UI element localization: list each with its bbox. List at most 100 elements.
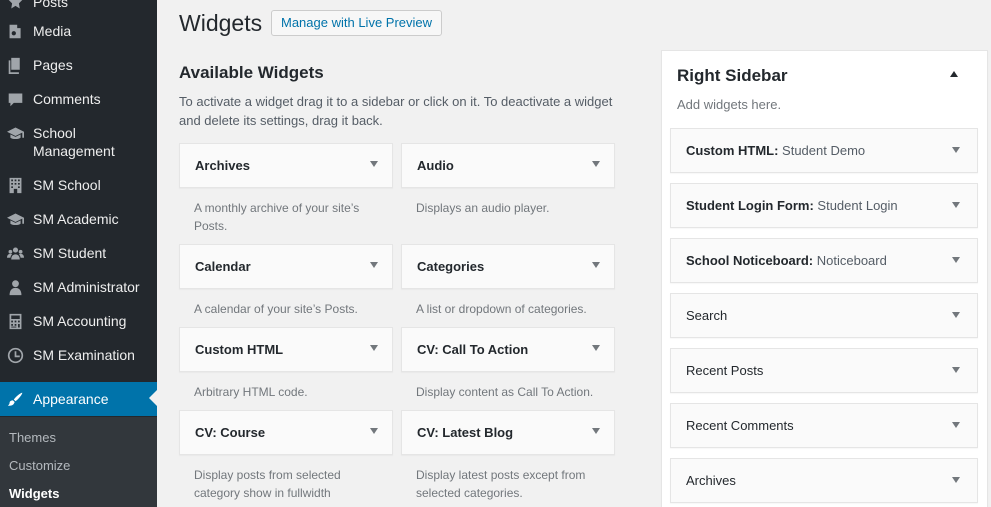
sidebar-widget-search[interactable]: Search (670, 293, 978, 338)
widget-type: Search (686, 308, 728, 323)
chevron-down-icon[interactable] (952, 147, 960, 153)
menu-item-comments[interactable]: Comments (0, 89, 157, 111)
widget-type: Recent Comments (686, 418, 794, 433)
widget-title: CV: Latest Blog (417, 425, 514, 440)
sidebar-widget-school-noticeboard[interactable]: School Noticeboard: Noticeboard (670, 238, 978, 283)
chevron-down-icon[interactable] (592, 345, 600, 351)
widget-description: Display content as Call To Action. (416, 385, 594, 399)
chevron-down-icon[interactable] (952, 312, 960, 318)
paintbrush-icon (6, 390, 24, 408)
sidebar-widget-student-login-form[interactable]: Student Login Form: Student Login (670, 183, 978, 228)
chevron-down-icon[interactable] (370, 262, 378, 268)
sidebar-widget-archives[interactable]: Archives (670, 458, 978, 503)
pages-icon (6, 56, 24, 74)
menu-item-school-management[interactable]: School Management (0, 123, 157, 163)
widget-description: A list or dropdown of categories. (416, 302, 587, 316)
chevron-down-icon[interactable] (370, 345, 378, 351)
menu-label: Media (33, 23, 72, 39)
widget-description: Displays an audio player. (416, 201, 550, 215)
chevron-down-icon[interactable] (592, 161, 600, 167)
chevron-down-icon[interactable] (952, 202, 960, 208)
widget-title: Categories (417, 259, 485, 274)
menu-label: SM School (33, 177, 101, 193)
available-widgets-title: Available Widgets (179, 63, 324, 82)
widget-instance-title: Noticeboard (813, 253, 887, 268)
sidebar-widget-recent-comments[interactable]: Recent Comments (670, 403, 978, 448)
widget-calendar[interactable]: Calendar (179, 244, 393, 289)
menu-label: SM Academic (33, 211, 119, 227)
menu-label: Appearance (33, 391, 109, 407)
pin-icon (6, 0, 24, 11)
widget-title: Custom HTML: Student Demo (686, 143, 865, 158)
menu-item-pages[interactable]: Pages (0, 55, 157, 77)
collapse-toggle-icon[interactable] (950, 71, 958, 77)
menu-label: Comments (33, 91, 101, 107)
widget-description: A calendar of your site’s Posts. (194, 302, 358, 316)
user-icon (6, 278, 24, 296)
chevron-down-icon[interactable] (370, 428, 378, 434)
widget-categories[interactable]: Categories (401, 244, 615, 289)
widget-description: Arbitrary HTML code. (194, 385, 308, 399)
widget-audio[interactable]: Audio (401, 143, 615, 188)
menu-label: SM Administrator (33, 279, 140, 295)
chevron-down-icon[interactable] (952, 422, 960, 428)
menu-item-posts[interactable]: Posts (0, 0, 157, 14)
widget-cv-latest-blog[interactable]: CV: Latest Blog (401, 410, 615, 455)
menu-label: School Management (33, 125, 115, 159)
widget-cv-course[interactable]: CV: Course (179, 410, 393, 455)
widget-title: Student Login Form: Student Login (686, 198, 898, 213)
chevron-down-icon[interactable] (952, 367, 960, 373)
chevron-down-icon[interactable] (952, 257, 960, 263)
media-icon (6, 22, 24, 40)
widget-title: Recent Posts (686, 363, 763, 378)
menu-label: SM Student (33, 245, 107, 261)
chevron-down-icon[interactable] (592, 262, 600, 268)
widget-title: Calendar (195, 259, 251, 274)
appearance-submenu: Themes Customize Widgets (0, 417, 157, 507)
widget-custom-html[interactable]: Custom HTML (179, 327, 393, 372)
menu-label: Pages (33, 57, 73, 73)
submenu-item-customize[interactable]: Customize (9, 458, 70, 473)
menu-label: SM Examination (33, 347, 135, 363)
widget-type: Custom HTML: (686, 143, 779, 158)
widget-title: Archives (686, 473, 736, 488)
widget-title: Recent Comments (686, 418, 794, 433)
menu-item-media[interactable]: Media (0, 21, 157, 43)
chevron-down-icon[interactable] (592, 428, 600, 434)
menu-item-sm-examination[interactable]: SM Examination (0, 345, 157, 367)
menu-item-sm-accounting[interactable]: SM Accounting (0, 311, 157, 333)
menu-label: Posts (33, 0, 69, 10)
submenu-item-widgets[interactable]: Widgets (9, 486, 59, 501)
widget-title: Custom HTML (195, 342, 284, 357)
manage-live-preview-button[interactable]: Manage with Live Preview (271, 10, 443, 36)
chevron-down-icon[interactable] (952, 477, 960, 483)
calculator-icon (6, 312, 24, 330)
widget-title: Search (686, 308, 727, 323)
page-title: Widgets (179, 10, 263, 36)
building-icon (6, 176, 24, 194)
widget-title: Archives (195, 158, 250, 173)
widget-description: Display posts from selected category sho… (194, 468, 341, 500)
admin-sidebar: Posts Media Pages Comments School Manage… (0, 0, 157, 507)
widget-archives[interactable]: Archives (179, 143, 393, 188)
chevron-down-icon[interactable] (370, 161, 378, 167)
widget-description: A monthly archive of your site’s Posts. (194, 201, 360, 233)
widget-cv-call-to-action[interactable]: CV: Call To Action (401, 327, 615, 372)
submenu-item-themes[interactable]: Themes (9, 430, 56, 445)
widget-description: Display latest posts except from selecte… (416, 468, 586, 500)
sidebar-widget-recent-posts[interactable]: Recent Posts (670, 348, 978, 393)
groups-icon (6, 244, 24, 262)
widget-title: School Noticeboard: Noticeboard (686, 253, 887, 268)
menu-item-sm-administrator[interactable]: SM Administrator (0, 277, 157, 299)
clock-icon (6, 346, 24, 364)
menu-label: SM Accounting (33, 313, 127, 329)
menu-item-appearance[interactable]: Appearance (0, 382, 157, 416)
widget-type: School Noticeboard: (686, 253, 814, 268)
comments-icon (6, 90, 24, 108)
menu-item-sm-academic[interactable]: SM Academic (0, 209, 157, 231)
right-sidebar-title[interactable]: Right Sidebar (677, 66, 788, 86)
menu-item-sm-student[interactable]: SM Student (0, 243, 157, 265)
widget-type: Recent Posts (686, 363, 764, 378)
menu-item-sm-school[interactable]: SM School (0, 175, 157, 197)
sidebar-widget-custom-html[interactable]: Custom HTML: Student Demo (670, 128, 978, 173)
